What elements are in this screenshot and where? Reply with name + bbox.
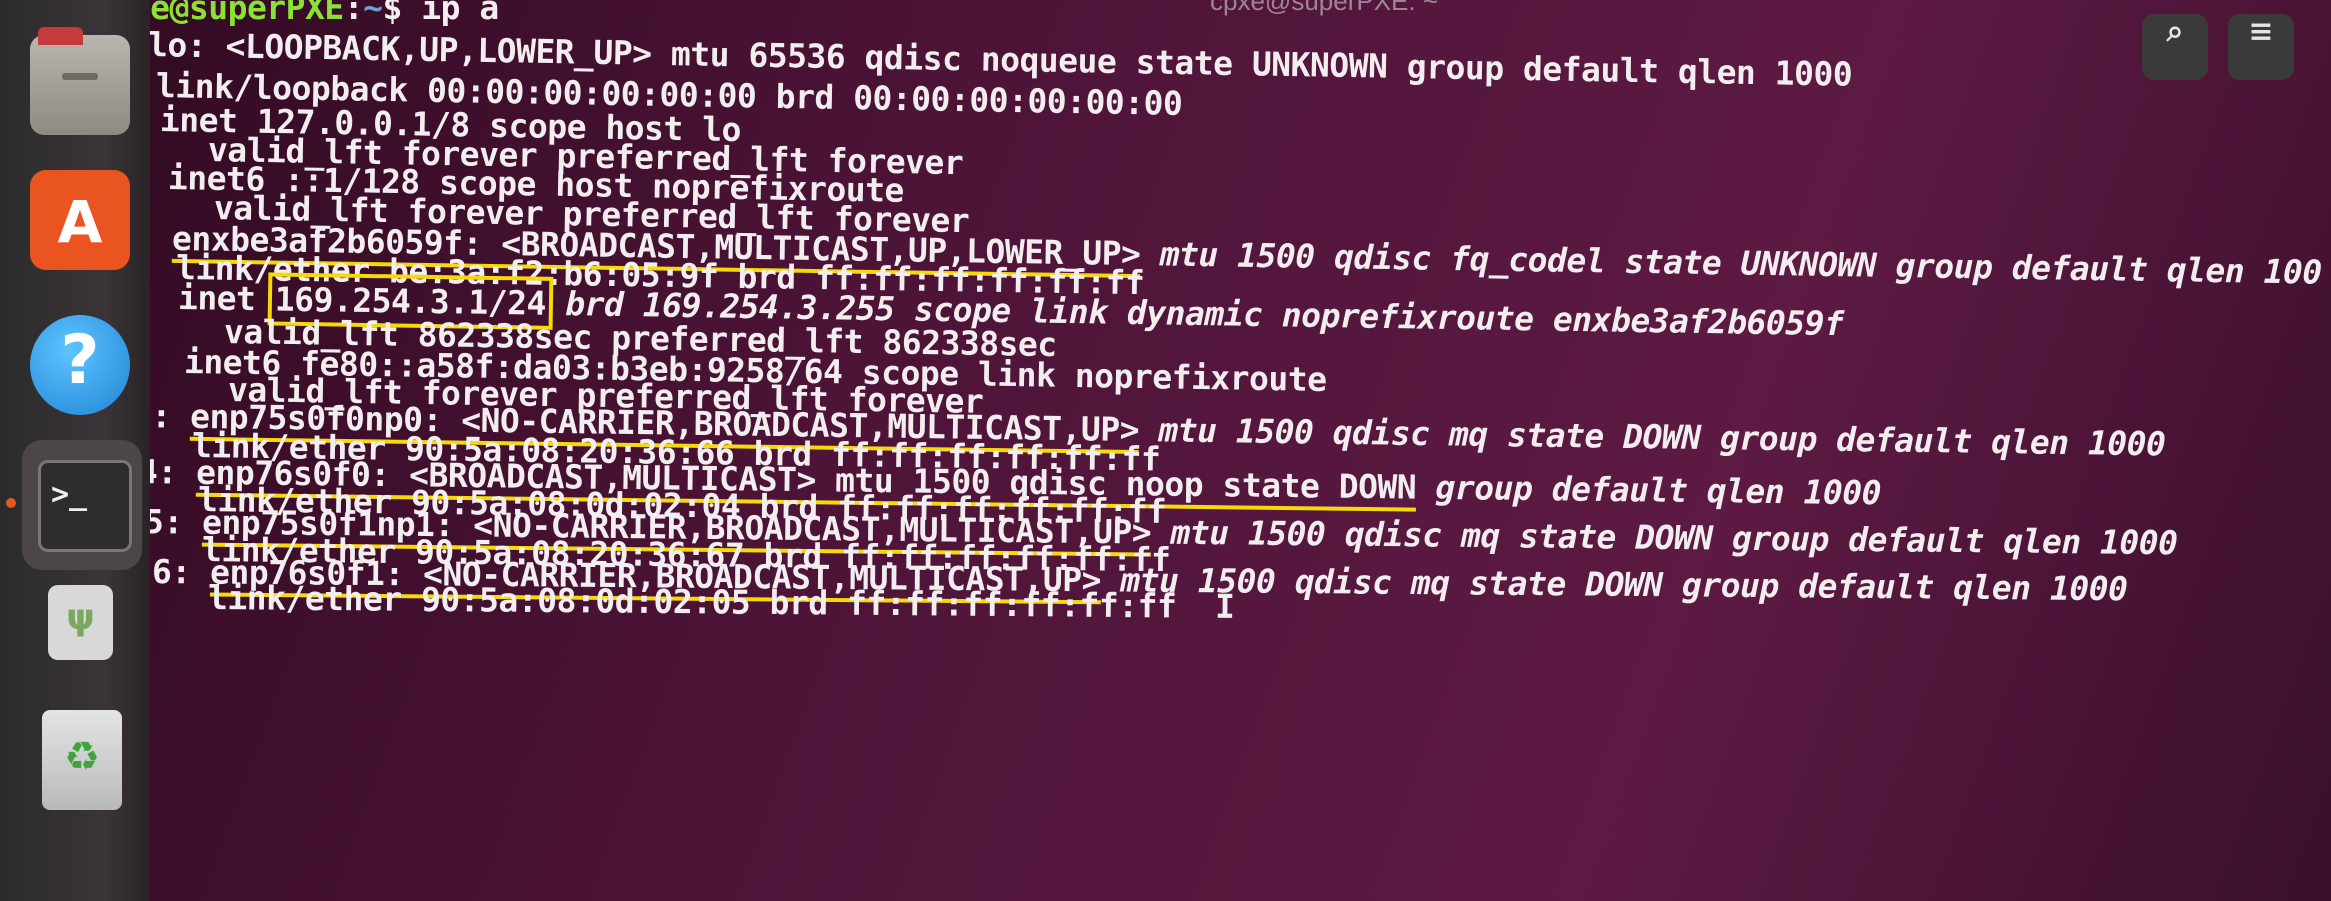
usb-glyph: ψ xyxy=(66,597,95,638)
recycle-glyph: ♻ xyxy=(64,734,100,780)
folder-bar-shape xyxy=(62,73,98,80)
ubuntu-dock: A ? >_ ψ ♻ xyxy=(0,0,150,901)
help-icon[interactable]: ? xyxy=(30,315,130,415)
window-title: cpxe@superPXE: ~ xyxy=(1210,0,1439,16)
interface-3-rest: mtu 1500 qdisc mq state DOWN group defau… xyxy=(1138,410,2166,464)
prompt-symbol: $ xyxy=(382,0,422,27)
files-folder-icon[interactable] xyxy=(30,27,130,135)
terminal-launcher[interactable]: >_ xyxy=(22,440,142,570)
interface-4-rest: group default qlen 1000 xyxy=(1415,467,1882,513)
interface-6-index: 6: xyxy=(151,552,211,592)
search-icon: ⌕ xyxy=(2166,14,2184,49)
prompt-path: ~ xyxy=(363,0,383,27)
usb-drive-icon[interactable]: ψ xyxy=(48,585,113,660)
app-center-icon[interactable]: A xyxy=(30,170,130,270)
interface-4-index: 4: xyxy=(150,452,177,492)
prompt-user: cpxe@superPXE xyxy=(150,0,344,27)
interface-5-index: 5: xyxy=(150,502,183,542)
output-line-20-text: link/ether 90:5a:08:0d:02:05 brd ff:ff:f… xyxy=(207,578,1177,626)
active-app-indicator xyxy=(6,498,16,508)
terminal-glyph: >_ xyxy=(51,477,88,512)
command-prompt-line: cpxe@superPXE:~$ ip a xyxy=(150,0,499,28)
interface-6-rest: mtu 1500 qdisc mq state DOWN group defau… xyxy=(1100,560,2128,609)
trash-icon[interactable]: ♻ xyxy=(42,710,122,810)
terminal-icon: >_ xyxy=(38,460,132,552)
text-cursor-icon xyxy=(1176,586,1215,625)
prompt-separator: : xyxy=(343,0,364,27)
text-cursor-glyph: I xyxy=(1214,586,1235,626)
output-line-20: link/ether 90:5a:08:0d:02:05 brd ff:ff:f… xyxy=(208,578,1235,627)
help-glyph: ? xyxy=(60,321,100,400)
app-center-glyph: A xyxy=(57,188,103,256)
command-text: ip a xyxy=(421,0,499,27)
interface-2-index: 2: xyxy=(150,218,154,258)
interface-2-rest: mtu 1500 qdisc fq_codel state UNKNOWN gr… xyxy=(1140,234,2322,292)
terminal-window[interactable]: cpxe@superPXE: ~ ⌕ ≡ cpxe@superPXE:~$ ip… xyxy=(150,0,2331,901)
hamburger-menu-icon: ≡ xyxy=(2248,14,2274,49)
interface-5-rest: mtu 1500 qdisc mq state DOWN group defau… xyxy=(1150,512,2178,563)
folder-tab-shape xyxy=(38,27,83,45)
interface-3-index: 3: xyxy=(150,396,172,436)
menu-button[interactable]: ≡ xyxy=(2228,14,2294,80)
search-button[interactable]: ⌕ xyxy=(2142,14,2208,80)
